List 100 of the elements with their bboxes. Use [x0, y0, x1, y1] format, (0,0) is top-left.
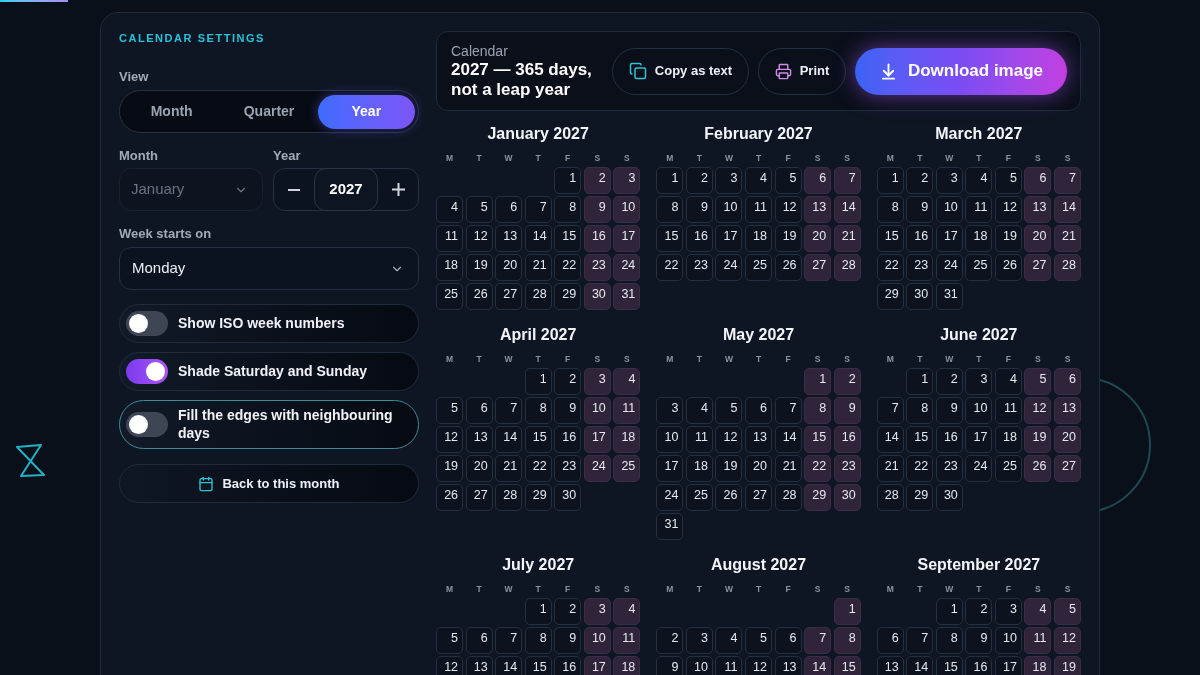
month-title: August 2027: [709, 555, 808, 575]
day-cell: 13: [774, 656, 802, 675]
day-cell: 19: [1024, 426, 1052, 453]
day-cell: 14: [804, 656, 832, 675]
day-cell: 10: [583, 397, 611, 424]
weekday-label: M: [665, 353, 675, 365]
toggle-option[interactable]: Show ISO week numbers: [119, 304, 419, 343]
weekday-label: S: [1034, 152, 1042, 164]
day-cell: 15: [524, 656, 552, 675]
back-to-month-button[interactable]: Back to this month: [119, 464, 419, 503]
day-cell: 8: [876, 196, 904, 223]
toggle-switch[interactable]: [126, 359, 168, 384]
day-cell: 1: [524, 598, 552, 625]
print-button[interactable]: Print: [758, 47, 846, 95]
weekday-label: S: [843, 353, 851, 365]
day-cell: 4: [715, 627, 743, 654]
day-cell: 23: [554, 455, 582, 482]
month-title: January 2027: [486, 124, 590, 144]
printer-icon: [774, 62, 792, 80]
weekday-label: S: [1034, 353, 1042, 365]
day-cell: 9: [833, 397, 861, 424]
day-cell: 11: [613, 627, 641, 654]
day-cell: 20: [495, 254, 523, 281]
day-cell: 19: [994, 225, 1022, 252]
week-start-select[interactable]: Monday: [119, 247, 419, 290]
day-cell: 3: [613, 167, 641, 194]
day-cell: 26: [715, 484, 743, 511]
day-cell: 14: [833, 196, 861, 223]
plus-icon: [391, 183, 405, 196]
weekday-label: F: [784, 152, 792, 164]
day-cell: 5: [465, 196, 493, 223]
view-tab[interactable]: Year: [317, 94, 415, 129]
day-cell: 10: [685, 656, 713, 675]
header-title: 2027 — 365 days, not a leap year: [451, 60, 593, 100]
day-cell: 15: [554, 225, 582, 252]
day-cell: 26: [994, 254, 1022, 281]
toggle-switch[interactable]: [126, 311, 168, 336]
day-cell: 8: [554, 196, 582, 223]
toggle-option[interactable]: Shade Saturday and Sunday: [119, 352, 419, 391]
view-tab[interactable]: Month: [123, 94, 221, 129]
day-cell: 27: [1024, 254, 1052, 281]
day-cell: 3: [935, 167, 963, 194]
day-cell: 1: [524, 368, 552, 395]
day-cell: 7: [1053, 167, 1081, 194]
day-cell: 15: [833, 656, 861, 675]
month-title: June 2027: [939, 325, 1019, 345]
day-cell: 28: [876, 484, 904, 511]
day-cell: 28: [833, 254, 861, 281]
day-cell: 1: [876, 167, 904, 194]
month-title: April 2027: [498, 325, 578, 345]
copy-button[interactable]: Copy as text: [612, 47, 749, 95]
day-cell: 5: [715, 397, 743, 424]
day-cell: 31: [613, 283, 641, 310]
day-cell: 11: [965, 196, 993, 223]
weekday-label: W: [503, 583, 514, 595]
day-cell: 11: [1024, 627, 1052, 654]
day-cell: 19: [1053, 656, 1081, 675]
weekday-label: T: [916, 583, 924, 595]
day-cell: 17: [583, 426, 611, 453]
day-cell: 1: [656, 167, 684, 194]
day-cell: 13: [876, 656, 904, 675]
day-cell: 6: [876, 627, 904, 654]
day-cell: 23: [833, 455, 861, 482]
day-cell: 28: [495, 484, 523, 511]
hourglass-icon: [15, 444, 45, 478]
field-label: Year: [273, 148, 302, 164]
day-cell: 4: [613, 598, 641, 625]
month-title: May 2027: [721, 325, 796, 345]
day-cell: 13: [1053, 397, 1081, 424]
toggle-option[interactable]: Fill the edges with neighbouring days: [119, 400, 419, 449]
minus-icon: [288, 188, 300, 191]
day-cell: 14: [1053, 196, 1081, 223]
day-cell: 11: [613, 397, 641, 424]
day-cell: 18: [994, 426, 1022, 453]
day-cell: 22: [524, 455, 552, 482]
day-cell: 7: [495, 627, 523, 654]
toggle-switch[interactable]: [126, 412, 168, 437]
download-button[interactable]: Download image: [855, 47, 1067, 95]
day-cell: 13: [495, 225, 523, 252]
day-cell: 3: [583, 368, 611, 395]
day-cell: 5: [744, 627, 772, 654]
day-cell: 20: [1053, 426, 1081, 453]
day-cell: 13: [465, 656, 493, 675]
day-cell: 30: [583, 283, 611, 310]
day-cell: 4: [685, 397, 713, 424]
weekday-label: W: [944, 583, 955, 595]
day-cell: 17: [994, 656, 1022, 675]
month-title: July 2027: [501, 555, 576, 575]
day-cell: 6: [804, 167, 832, 194]
day-cell: 27: [465, 484, 493, 511]
view-tab[interactable]: Quarter: [220, 94, 318, 129]
day-cell: 7: [524, 196, 552, 223]
year-field[interactable]: 2027: [314, 168, 378, 211]
day-cell: 4: [1024, 598, 1052, 625]
day-cell: 3: [583, 598, 611, 625]
weekday-label: F: [1004, 353, 1012, 365]
day-cell: 14: [906, 656, 934, 675]
day-cell: 14: [774, 426, 802, 453]
day-cell: 11: [994, 397, 1022, 424]
day-cell: 16: [685, 225, 713, 252]
